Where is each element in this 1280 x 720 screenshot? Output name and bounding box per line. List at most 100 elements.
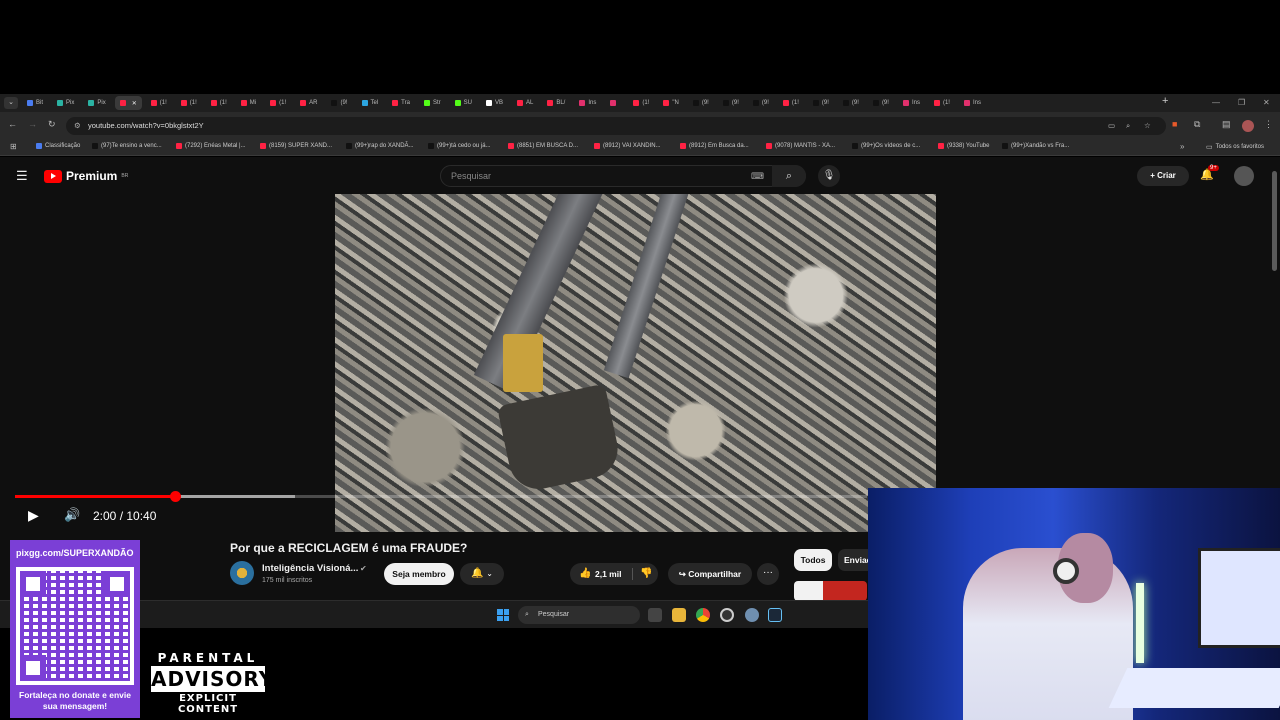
bookmark-item[interactable]: (8159) SUPER XAND... — [260, 143, 332, 149]
site-info-icon[interactable]: ⚙ — [74, 117, 81, 135]
thumbs-up-icon[interactable]: 👍 — [579, 563, 591, 585]
extensions-puzzle-icon[interactable]: ⧉ — [1194, 119, 1200, 130]
browser-tab[interactable]: Str — [419, 96, 446, 110]
bookmark-item[interactable]: (7292) Enéas Metal |... — [176, 143, 246, 149]
maximize-icon[interactable]: ❐ — [1238, 94, 1245, 112]
browser-tab[interactable]: (1! — [929, 96, 955, 110]
share-button[interactable]: ↪ Compartilhar — [668, 563, 752, 585]
bookmark-item[interactable]: (97)Te ensino a venc... — [92, 143, 162, 149]
keyboard-icon[interactable]: ⌨ — [751, 166, 764, 186]
video-player[interactable] — [335, 194, 936, 532]
account-avatar[interactable] — [1234, 166, 1254, 186]
hamburger-menu-icon[interactable]: ☰ — [16, 168, 28, 184]
new-tab-button[interactable]: + — [1162, 95, 1168, 107]
browser-tab[interactable]: Ins — [898, 96, 925, 110]
browser-tab[interactable]: (1! — [265, 96, 291, 110]
channel-name[interactable]: Inteligência Visioná... — [262, 563, 358, 574]
menu-kebab-icon[interactable]: ⋮ — [1264, 119, 1273, 130]
apps-grid-icon[interactable]: ⊞ — [10, 142, 17, 151]
browser-tab[interactable]: (9! — [838, 96, 864, 110]
browser-tab[interactable] — [605, 96, 624, 110]
browser-tab[interactable]: (9! — [326, 96, 352, 110]
extension-icon[interactable]: ■ — [1172, 119, 1177, 129]
bookmarks-overflow-icon[interactable]: » — [1180, 142, 1184, 151]
browser-tab[interactable]: (9! — [718, 96, 744, 110]
youtube-search-input[interactable]: Pesquisar ⌨ — [440, 165, 806, 187]
browser-tab[interactable]: BL/ — [542, 96, 570, 110]
bookmark-item[interactable]: Classificação — [36, 143, 80, 149]
browser-tab[interactable]: (1! — [778, 96, 804, 110]
browser-tab[interactable]: (9! — [688, 96, 714, 110]
chip-all[interactable]: Todos — [794, 549, 832, 571]
subscription-bell-button[interactable]: 🔔 ⌄ — [460, 563, 504, 585]
browser-tab[interactable]: ✕ — [114, 96, 142, 110]
search-icon[interactable]: ⌕ — [772, 165, 806, 187]
browser-tab[interactable]: (1! — [206, 96, 232, 110]
browser-tab[interactable]: Bit — [22, 96, 48, 110]
profile-avatar[interactable] — [1242, 120, 1254, 132]
close-window-icon[interactable]: ✕ — [1263, 94, 1270, 112]
all-bookmarks-folder[interactable]: ▭ Todos os favoritos — [1206, 143, 1264, 151]
like-count[interactable]: 2,1 mil — [595, 563, 621, 585]
url-bar[interactable]: ⚙ youtube.com/watch?v=0bkglstxt2Y ▭ ⌕ ☆ — [66, 117, 1166, 135]
install-icon[interactable]: ▭ — [1108, 117, 1115, 135]
channel-avatar[interactable] — [230, 561, 254, 585]
create-button[interactable]: + Criar — [1137, 166, 1189, 186]
browser-tab[interactable]: Mi — [236, 96, 261, 110]
browser-tab[interactable]: SU — [450, 96, 477, 110]
forward-icon[interactable]: → — [28, 119, 37, 129]
youtube-premium-logo[interactable]: Premium BR — [44, 169, 128, 183]
browser-tab[interactable]: (9! — [748, 96, 774, 110]
progress-bar[interactable] — [15, 491, 867, 502]
browser-tab[interactable]: (1! — [176, 96, 202, 110]
settings-icon[interactable] — [745, 608, 759, 622]
microphone-icon[interactable]: 🎙 — [818, 165, 840, 187]
browser-tab[interactable]: AL — [512, 96, 538, 110]
browser-tab[interactable]: "N — [658, 96, 683, 110]
browser-tab[interactable]: Tel — [357, 96, 384, 110]
page-scrollbar[interactable] — [1272, 171, 1277, 271]
browser-tab[interactable]: Tra — [387, 96, 415, 110]
bookmark-item[interactable]: (99+)tá cedo ou já... — [428, 143, 491, 149]
chrome-icon[interactable] — [696, 608, 710, 622]
bookmark-item[interactable]: (8912) Em Busca da... — [680, 143, 749, 149]
bookmark-item[interactable]: (99+)Xandão vs Fra... — [1002, 143, 1069, 149]
app-icon[interactable] — [720, 608, 734, 622]
task-view-icon[interactable] — [648, 608, 662, 622]
bookmark-item[interactable]: (9338) YouTube — [938, 143, 989, 149]
browser-tab[interactable]: (9! — [808, 96, 834, 110]
bookmark-item[interactable]: (99+)rap do XANDÃ... — [346, 143, 414, 149]
browser-tab[interactable]: (1! — [146, 96, 172, 110]
join-button[interactable]: Seja membro — [384, 563, 454, 585]
thumbs-down-icon[interactable]: 👎 — [640, 563, 652, 585]
browser-tab[interactable]: Pix — [83, 96, 110, 110]
more-actions-icon[interactable]: ··· — [757, 563, 779, 585]
taskbar-search-input[interactable]: ⌕ Pesquisar — [518, 606, 640, 624]
browser-tab[interactable]: Ins — [574, 96, 601, 110]
browser-tab[interactable]: (9! — [868, 96, 894, 110]
file-explorer-icon[interactable] — [672, 608, 686, 622]
tab-search-button[interactable]: ⌄ — [4, 97, 18, 109]
scrubber-handle[interactable] — [169, 491, 181, 502]
windows-start-icon[interactable] — [497, 609, 509, 621]
recommended-thumbnail[interactable] — [794, 581, 867, 601]
play-icon[interactable]: ▶ — [28, 507, 39, 524]
volume-icon[interactable]: 🔊 — [64, 507, 80, 523]
bookmark-item[interactable]: (8851) EM BUSCA D... — [508, 143, 578, 149]
zoom-icon[interactable]: ⌕ — [1126, 117, 1130, 135]
bookmark-item[interactable]: (8912) VAI XANDIN... — [594, 143, 661, 149]
side-panel-icon[interactable]: ▤ — [1222, 119, 1231, 130]
bookmark-star-icon[interactable]: ☆ — [1144, 117, 1151, 135]
browser-tab[interactable]: Pix — [52, 96, 79, 110]
bookmark-item[interactable]: (99+)Os vídeos de c... — [852, 143, 920, 149]
bookmark-item[interactable]: (9078) MANTIS - XA... — [766, 143, 835, 149]
steam-icon[interactable] — [768, 608, 782, 622]
browser-tab[interactable]: Ins — [959, 96, 986, 110]
browser-tab[interactable]: VB — [481, 96, 508, 110]
reload-icon[interactable]: ↻ — [48, 119, 56, 130]
back-icon[interactable]: ← — [8, 119, 17, 129]
tab-close-icon[interactable]: ✕ — [132, 100, 137, 107]
minimize-icon[interactable]: — — [1212, 94, 1220, 112]
browser-tab[interactable]: (1! — [628, 96, 654, 110]
browser-tab[interactable]: AR — [295, 96, 322, 110]
